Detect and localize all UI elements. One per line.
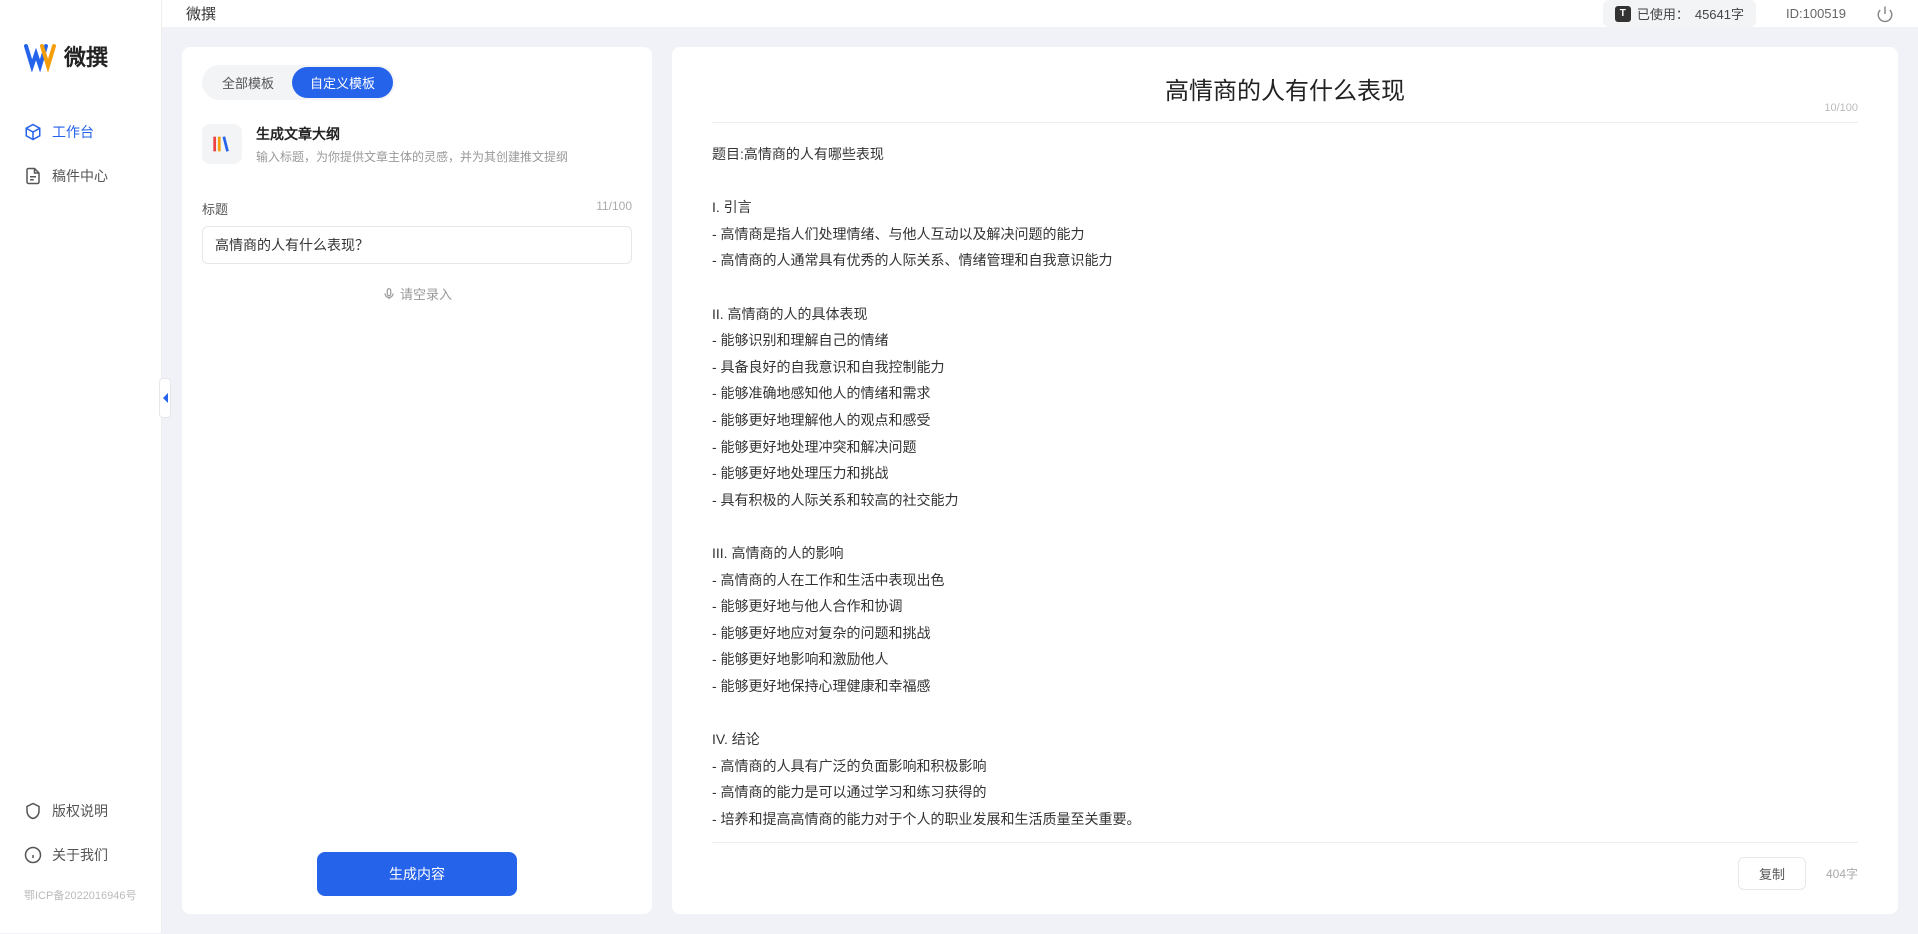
logo[interactable]: 微撰	[0, 20, 161, 112]
nav-label: 关于我们	[52, 845, 108, 865]
nav-drafts[interactable]: 稿件中心	[0, 156, 161, 196]
generate-button[interactable]: 生成内容	[317, 852, 517, 896]
template-tabs: 全部模板 自定义模板	[202, 65, 395, 100]
nav-about[interactable]: 关于我们	[0, 835, 161, 875]
nav-bottom: 版权说明 关于我们 鄂ICP备2022016946号	[0, 791, 161, 913]
output-title: 高情商的人有什么表现	[712, 71, 1858, 106]
template-card: 生成文章大纲 输入标题，为你提供文章主体的灵感，并为其创建推文提纲	[202, 124, 632, 165]
title-label: 标题	[202, 199, 228, 218]
chevron-left-icon	[161, 392, 169, 404]
power-icon[interactable]	[1876, 5, 1894, 23]
document-icon	[24, 167, 42, 185]
usage-prefix: 已使用：	[1637, 4, 1689, 23]
main: 微撰 T 已使用： 45641字 ID:100519 全部模板 自定义模板	[162, 0, 1918, 933]
mic-icon	[382, 287, 396, 301]
t-icon: T	[1615, 6, 1631, 22]
icp-text: 鄂ICP备2022016946号	[0, 879, 161, 903]
tab-custom-templates[interactable]: 自定义模板	[292, 67, 393, 98]
tab-all-templates[interactable]: 全部模板	[204, 67, 292, 98]
output-body: 题目:高情商的人有哪些表现 I. 引言 - 高情商是指人们处理情绪、与他人互动以…	[712, 141, 1858, 832]
template-icon	[202, 124, 242, 164]
info-icon	[24, 846, 42, 864]
template-title: 生成文章大纲	[256, 124, 568, 144]
nav-workbench[interactable]: 工作台	[0, 112, 161, 152]
sidebar: 微撰 工作台 稿件中心 版权说明	[0, 0, 162, 933]
shield-icon	[24, 802, 42, 820]
title-input[interactable]	[202, 226, 632, 264]
title-label-row: 标题 11/100	[202, 199, 632, 218]
nav-menu: 工作台 稿件中心	[0, 112, 161, 791]
voice-label: 请空录入	[400, 284, 452, 303]
app-name: 微撰	[186, 3, 216, 24]
voice-input-button[interactable]: 请空录入	[202, 284, 632, 303]
cube-icon	[24, 123, 42, 141]
output-header: 高情商的人有什么表现 10/100	[712, 71, 1858, 123]
right-panel: 高情商的人有什么表现 10/100 题目:高情商的人有哪些表现 I. 引言 - …	[672, 47, 1898, 914]
logo-icon	[24, 40, 56, 72]
copy-button[interactable]: 复制	[1738, 857, 1806, 890]
output-top-count: 10/100	[1824, 102, 1858, 114]
usage-value: 45641字	[1695, 4, 1744, 23]
topbar-right: T 已使用： 45641字 ID:100519	[1603, 0, 1894, 27]
word-count: 404字	[1826, 865, 1858, 882]
user-id: ID:100519	[1786, 6, 1846, 21]
left-panel: 全部模板 自定义模板 生成文章大纲 输入标题，为你提供文章主体的灵感，并为其创建…	[182, 47, 652, 914]
usage-badge[interactable]: T 已使用： 45641字	[1603, 0, 1756, 27]
content: 全部模板 自定义模板 生成文章大纲 输入标题，为你提供文章主体的灵感，并为其创建…	[162, 27, 1918, 934]
nav-label: 版权说明	[52, 801, 108, 821]
title-char-count: 11/100	[596, 199, 632, 218]
template-desc: 输入标题，为你提供文章主体的灵感，并为其创建推文提纲	[256, 148, 568, 165]
nav-label: 稿件中心	[52, 166, 108, 186]
nav-label: 工作台	[52, 122, 94, 142]
logo-text: 微撰	[64, 40, 108, 72]
output-footer: 复制 404字	[712, 842, 1858, 890]
topbar: 微撰 T 已使用： 45641字 ID:100519	[162, 0, 1918, 27]
sidebar-collapse-button[interactable]	[159, 378, 171, 418]
nav-copyright[interactable]: 版权说明	[0, 791, 161, 831]
template-info: 生成文章大纲 输入标题，为你提供文章主体的灵感，并为其创建推文提纲	[256, 124, 568, 165]
